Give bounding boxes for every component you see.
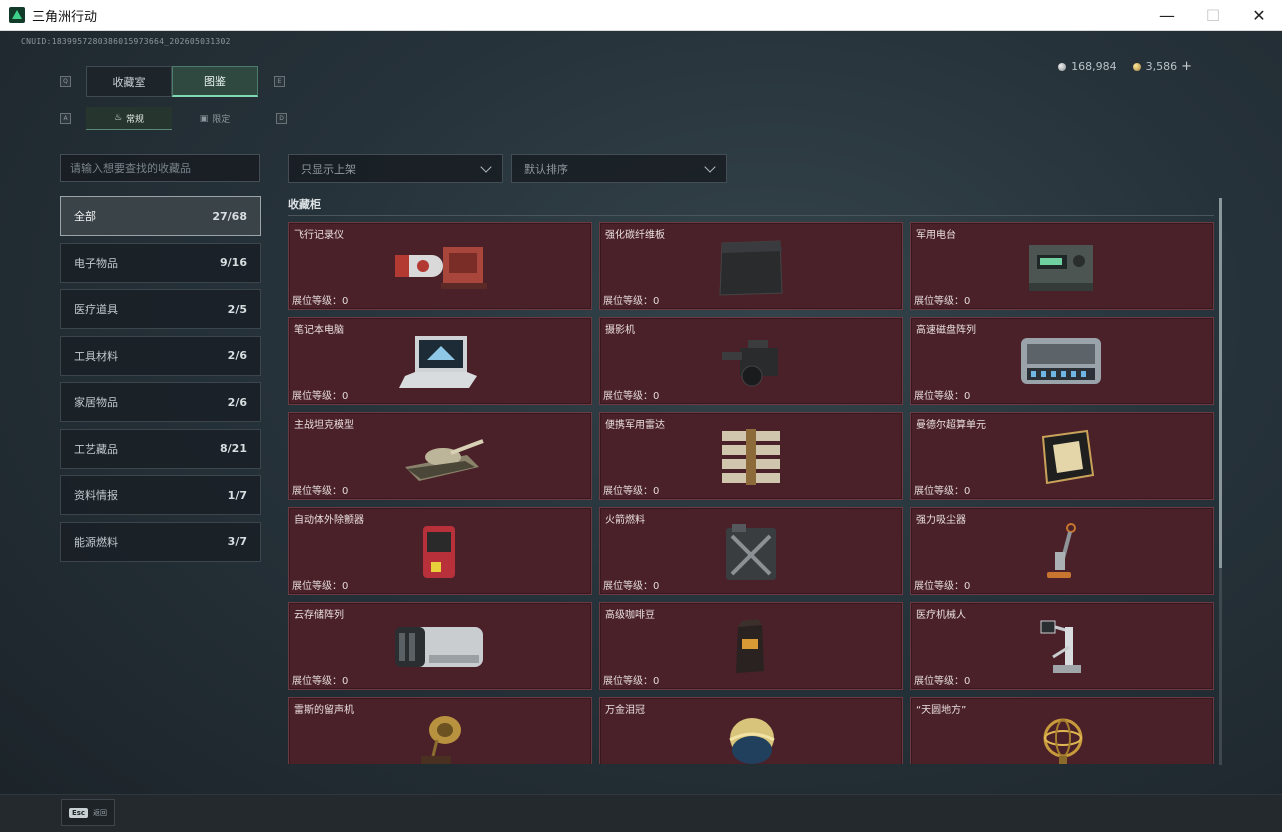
- category-intel[interactable]: 资料情报 1/7: [60, 475, 261, 515]
- main-tabs: 收藏室 图鉴: [86, 66, 258, 97]
- item-card[interactable]: 雷斯的留声机 展位等级：: [288, 697, 592, 764]
- flame-icon: ♨: [113, 113, 123, 123]
- category-electronics[interactable]: 电子物品 9/16: [60, 242, 261, 283]
- back-button[interactable]: Esc 返回: [61, 799, 115, 826]
- item-card[interactable]: 万金泪冠 展位等级：: [599, 697, 903, 764]
- defibrillator-icon: [385, 522, 495, 582]
- key-hint-a: A: [60, 113, 71, 124]
- disk-array-icon: [1007, 332, 1117, 392]
- item-card[interactable]: 医疗机械人 展位等级：0: [910, 602, 1214, 690]
- tab-collection-room[interactable]: 收藏室: [86, 66, 172, 97]
- carbon-plate-icon: [696, 237, 806, 297]
- camera-icon: [696, 332, 806, 392]
- vacuum-cleaner-icon: [1007, 522, 1117, 582]
- laptop-icon: [385, 332, 495, 392]
- footer-bar: Esc 返回: [0, 794, 1282, 832]
- category-medical[interactable]: 医疗道具 2/5: [60, 289, 261, 329]
- flight-recorder-icon: [385, 237, 495, 297]
- category-crafts[interactable]: 工艺藏品 8/21: [60, 428, 261, 469]
- delta-logo-icon: [9, 7, 25, 23]
- item-card[interactable]: 高级咖啡豆 展位等级：0: [599, 602, 903, 690]
- coffee-beans-icon: [696, 617, 806, 677]
- gramophone-icon: [385, 712, 495, 764]
- silver-coin-icon: [1058, 63, 1067, 71]
- tank-model-icon: [385, 427, 495, 487]
- close-button[interactable]: ✕: [1236, 0, 1282, 31]
- item-card[interactable]: “天圆地方” 展位等级：: [910, 697, 1214, 764]
- supercompute-unit-icon: [1007, 427, 1117, 487]
- section-title: 收藏柜: [288, 198, 321, 211]
- category-all[interactable]: 全部 27/68: [60, 196, 261, 236]
- window-title: 三角洲行动: [32, 8, 98, 24]
- item-card[interactable]: 强力吸尘器 展位等级：0: [910, 507, 1214, 595]
- gold-balance: 3,586 +: [1132, 59, 1192, 74]
- scroll-thumb[interactable]: [1219, 198, 1222, 568]
- portable-radar-icon: [696, 427, 806, 487]
- chevron-down-icon: [704, 160, 716, 173]
- item-card[interactable]: 云存储阵列 展位等级：0: [288, 602, 592, 690]
- box-icon: ▣: [199, 113, 209, 124]
- item-card[interactable]: 火箭燃料 展位等级：0: [599, 507, 903, 595]
- item-card[interactable]: 飞行记录仪 展位等级：0: [288, 222, 592, 310]
- add-currency-button[interactable]: +: [1181, 59, 1192, 74]
- esc-key-icon: Esc: [68, 807, 89, 818]
- tab-catalog[interactable]: 图鉴: [172, 66, 258, 97]
- key-hint-d: D: [276, 113, 287, 124]
- category-fuel[interactable]: 能源燃料 3/7: [60, 521, 261, 562]
- key-hint-q: Q: [60, 76, 71, 87]
- currency-bar: 168,984 3,586 +: [1058, 59, 1192, 74]
- rocket-fuel-icon: [696, 522, 806, 582]
- item-card[interactable]: 自动体外除颤器 展位等级：0: [288, 507, 592, 595]
- medical-robot-icon: [1007, 617, 1117, 677]
- player-uid: CNUID:1839957280386015973664_20260503130…: [21, 37, 231, 46]
- silver-balance: 168,984: [1058, 60, 1117, 73]
- cloud-storage-icon: [385, 617, 495, 677]
- item-card[interactable]: 高速磁盘阵列 展位等级：0: [910, 317, 1214, 405]
- item-card[interactable]: 便携军用雷达 展位等级：0: [599, 412, 903, 500]
- sort-dropdown[interactable]: 默认排序: [511, 154, 727, 183]
- sub-tabs: ♨ 常规 ▣ 限定: [86, 107, 258, 130]
- gold-coin-icon: [1132, 63, 1141, 71]
- military-radio-icon: [1007, 237, 1117, 297]
- maximize-button[interactable]: ☐: [1190, 0, 1236, 31]
- item-card[interactable]: 主战坦克模型 展位等级：0: [288, 412, 592, 500]
- key-hint-e: E: [274, 76, 285, 87]
- window-titlebar: 三角洲行动 — ☐ ✕: [0, 0, 1282, 31]
- section-divider: [288, 215, 1214, 216]
- item-card[interactable]: 曼德尔超算单元 展位等级：0: [910, 412, 1214, 500]
- subtab-regular[interactable]: ♨ 常规: [86, 107, 172, 130]
- game-stage: CNUID:1839957280386015973664_20260503130…: [0, 31, 1282, 832]
- chevron-down-icon: [480, 160, 492, 173]
- category-household[interactable]: 家居物品 2/6: [60, 382, 261, 422]
- item-grid: 飞行记录仪 展位等级：0 强化碳纤维板 展位等级：0 军用电台 展位等级：0 笔…: [288, 222, 1214, 764]
- minimize-button[interactable]: —: [1144, 0, 1190, 31]
- item-card[interactable]: 军用电台 展位等级：0: [910, 222, 1214, 310]
- availability-dropdown[interactable]: 只显示上架: [288, 154, 503, 183]
- subtab-limited[interactable]: ▣ 限定: [172, 107, 258, 130]
- grid-scrollbar[interactable]: [1219, 198, 1222, 765]
- item-card[interactable]: 摄影机 展位等级：0: [599, 317, 903, 405]
- search-input[interactable]: [60, 154, 260, 182]
- category-tools[interactable]: 工具材料 2/6: [60, 335, 261, 376]
- category-list: 全部 27/68 电子物品 9/16 医疗道具 2/5 工具材料 2/6 家居物品 2/6…: [60, 196, 261, 568]
- armillary-sphere-icon: [1007, 712, 1117, 764]
- jeweled-egg-icon: [696, 712, 806, 764]
- item-card[interactable]: 笔记本电脑 展位等级：0: [288, 317, 592, 405]
- item-card[interactable]: 强化碳纤维板 展位等级：0: [599, 222, 903, 310]
